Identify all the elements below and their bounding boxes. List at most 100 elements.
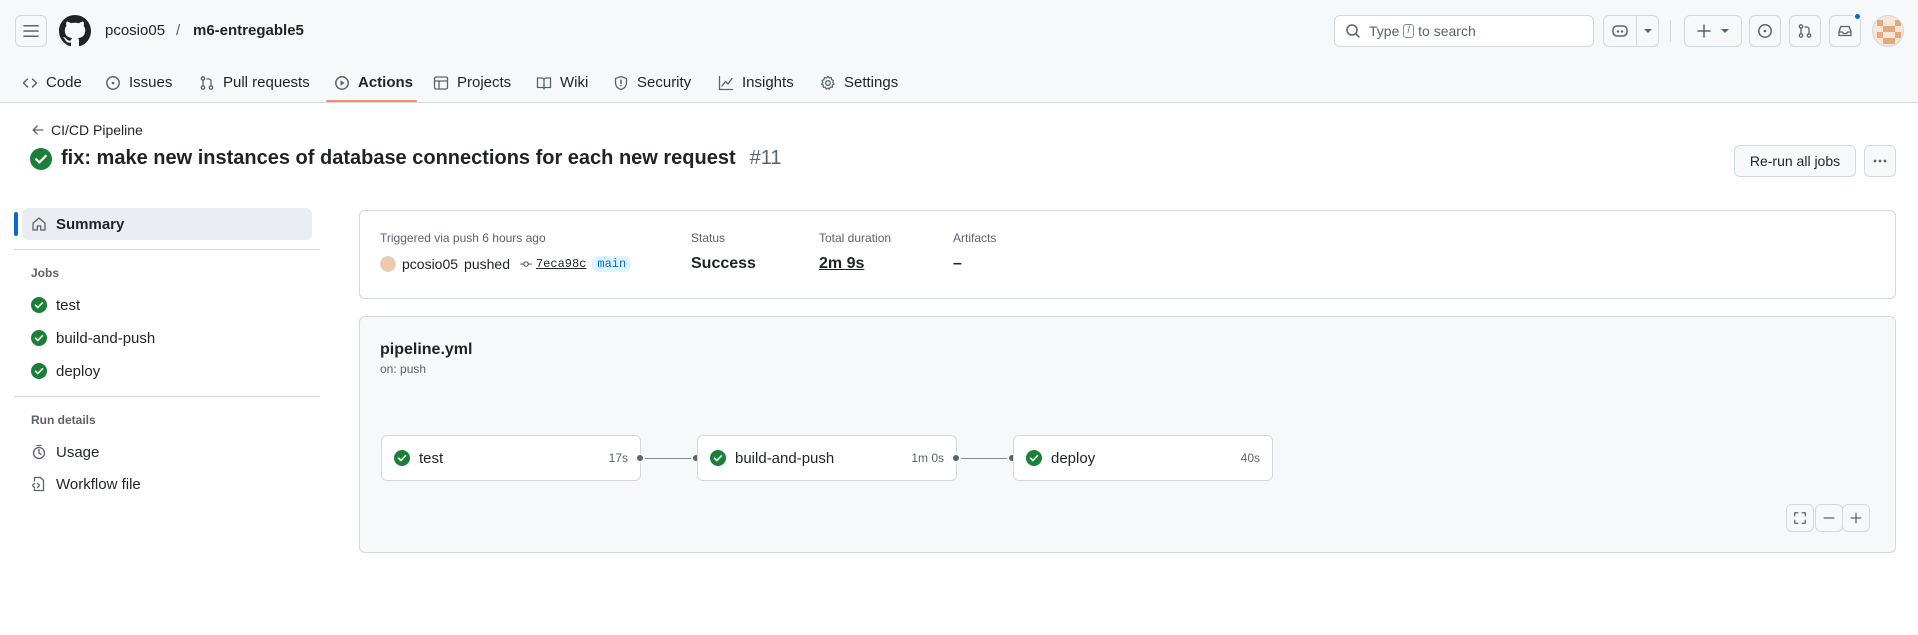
actor-avatar[interactable] <box>380 256 396 272</box>
commit-sha: 7eca98c <box>535 257 587 271</box>
commit-link[interactable]: 7eca98c <box>520 257 586 271</box>
copilot-icon <box>1612 25 1628 37</box>
tab-security[interactable]: Security <box>613 62 691 103</box>
sidebar-item-label: Usage <box>56 443 100 461</box>
tab-projects[interactable]: Projects <box>433 62 511 103</box>
actor-name[interactable]: pcosio05 <box>402 256 458 272</box>
check-circle-fill-icon <box>31 330 47 346</box>
job-duration: 40s <box>1240 451 1260 465</box>
github-logo-icon[interactable] <box>59 15 91 47</box>
fullscreen-button[interactable] <box>1786 504 1814 532</box>
sidebar-job-build-and-push[interactable]: build-and-push <box>14 322 312 354</box>
active-tab-indicator <box>326 100 417 102</box>
sidebar-item-label: test <box>56 296 81 314</box>
job-duration: 1m 0s <box>911 451 944 465</box>
status-label: Status <box>691 231 726 245</box>
job-connector <box>641 458 698 459</box>
workflow-file-name: pipeline.yml <box>380 341 473 358</box>
run-number: #11 <box>749 147 782 169</box>
tab-label: Actions <box>358 74 414 91</box>
branch-label[interactable]: main <box>592 256 632 272</box>
graph-icon <box>718 75 734 90</box>
tab-label: Projects <box>457 74 512 91</box>
sidebar-item-summary[interactable]: Summary <box>22 208 312 240</box>
search-input[interactable]: Type / to search <box>1334 15 1594 47</box>
tab-actions[interactable]: Actions <box>334 62 413 103</box>
tab-label: Security <box>637 74 692 91</box>
zoom-out-button[interactable] <box>1815 504 1843 532</box>
check-circle-fill-icon <box>1026 450 1042 466</box>
copilot-dropdown-button[interactable] <box>1637 16 1658 46</box>
sidebar-item-label: Summary <box>56 215 125 233</box>
sidebar-job-test[interactable]: test <box>14 289 312 321</box>
check-circle-fill-icon <box>31 363 47 379</box>
workflow-trigger: on: push <box>380 362 427 376</box>
code-icon <box>22 77 38 88</box>
tab-label: Code <box>46 74 82 91</box>
triangle-down-icon <box>1643 29 1652 33</box>
tab-label: Issues <box>129 74 173 91</box>
graph-job-deploy[interactable]: deploy 40s <box>1013 435 1273 481</box>
back-to-workflow-link[interactable]: CI/CD Pipeline <box>31 122 143 138</box>
rerun-all-jobs-button[interactable]: Re-run all jobs <box>1734 145 1856 177</box>
duration-label: Total duration <box>819 231 892 245</box>
global-header: pcosio05 / m6-entregable5 Type / to search… <box>0 0 1918 103</box>
artifacts-label: Artifacts <box>953 231 997 245</box>
back-link-label: CI/CD Pipeline <box>51 122 143 138</box>
tab-insights[interactable]: Insights <box>718 62 794 103</box>
search-shortcut-key: / <box>1403 24 1415 38</box>
check-circle-fill-icon <box>710 450 726 466</box>
connector-dot <box>635 453 645 463</box>
job-name: deploy <box>1051 449 1096 467</box>
tab-issues[interactable]: Issues <box>105 62 172 103</box>
run-title-text: fix: make new instances of database conn… <box>61 147 736 169</box>
graph-job-test[interactable]: test 17s <box>381 435 641 481</box>
git-commit-icon <box>520 261 532 267</box>
tab-label: Insights <box>742 74 794 91</box>
copilot-button-group <box>1603 15 1659 47</box>
git-pull-request-icon <box>200 75 214 90</box>
tab-label: Settings <box>844 74 899 91</box>
avatar-identicon <box>1873 16 1903 46</box>
pull-requests-button[interactable] <box>1789 15 1821 47</box>
gear-icon <box>820 75 835 90</box>
create-new-button[interactable] <box>1684 15 1742 47</box>
zoom-in-button[interactable] <box>1842 504 1870 532</box>
plus-icon <box>1850 512 1862 524</box>
tab-pull-requests[interactable]: Pull requests <box>199 62 310 103</box>
duration-value[interactable]: 2m 9s <box>819 255 864 273</box>
check-circle-fill-icon <box>31 297 47 313</box>
issue-opened-icon <box>106 75 120 90</box>
stopwatch-icon <box>32 444 46 460</box>
table-icon <box>433 75 449 90</box>
user-avatar[interactable] <box>1872 15 1904 47</box>
plus-icon <box>1697 24 1711 38</box>
hamburger-icon <box>23 25 39 37</box>
status-value: Success <box>691 255 756 272</box>
book-icon <box>536 76 552 90</box>
breadcrumb-owner[interactable]: pcosio05 <box>105 21 165 41</box>
sidebar-item-usage[interactable]: Usage <box>14 436 312 468</box>
home-icon <box>32 217 46 231</box>
sidebar-item-workflow-file[interactable]: Workflow file <box>14 468 312 500</box>
copilot-button[interactable] <box>1604 16 1636 46</box>
search-placeholder-suffix: to search <box>1418 23 1476 39</box>
connector-dot <box>951 453 961 463</box>
menu-button[interactable] <box>15 15 47 47</box>
sidebar-job-deploy[interactable]: deploy <box>14 355 312 387</box>
artifacts-value: – <box>953 255 962 272</box>
sidebar-item-label: deploy <box>56 362 101 380</box>
tab-code[interactable]: Code <box>22 62 82 103</box>
screen-full-icon <box>1794 512 1806 524</box>
more-options-button[interactable] <box>1864 145 1896 177</box>
tab-wiki[interactable]: Wiki <box>536 62 588 103</box>
play-icon <box>335 75 349 90</box>
graph-job-build-and-push[interactable]: build-and-push 1m 0s <box>697 435 957 481</box>
breadcrumb-repo[interactable]: m6-entregable5 <box>193 21 304 41</box>
issues-button[interactable] <box>1749 15 1781 47</box>
tab-settings[interactable]: Settings <box>820 62 898 103</box>
triangle-down-icon <box>1721 29 1729 33</box>
run-summary-card: Triggered via push 6 hours ago pcosio05 … <box>359 210 1896 299</box>
workflow-graph: pipeline.yml on: push test 17s build-and… <box>359 316 1896 553</box>
dash-icon <box>1823 517 1835 519</box>
